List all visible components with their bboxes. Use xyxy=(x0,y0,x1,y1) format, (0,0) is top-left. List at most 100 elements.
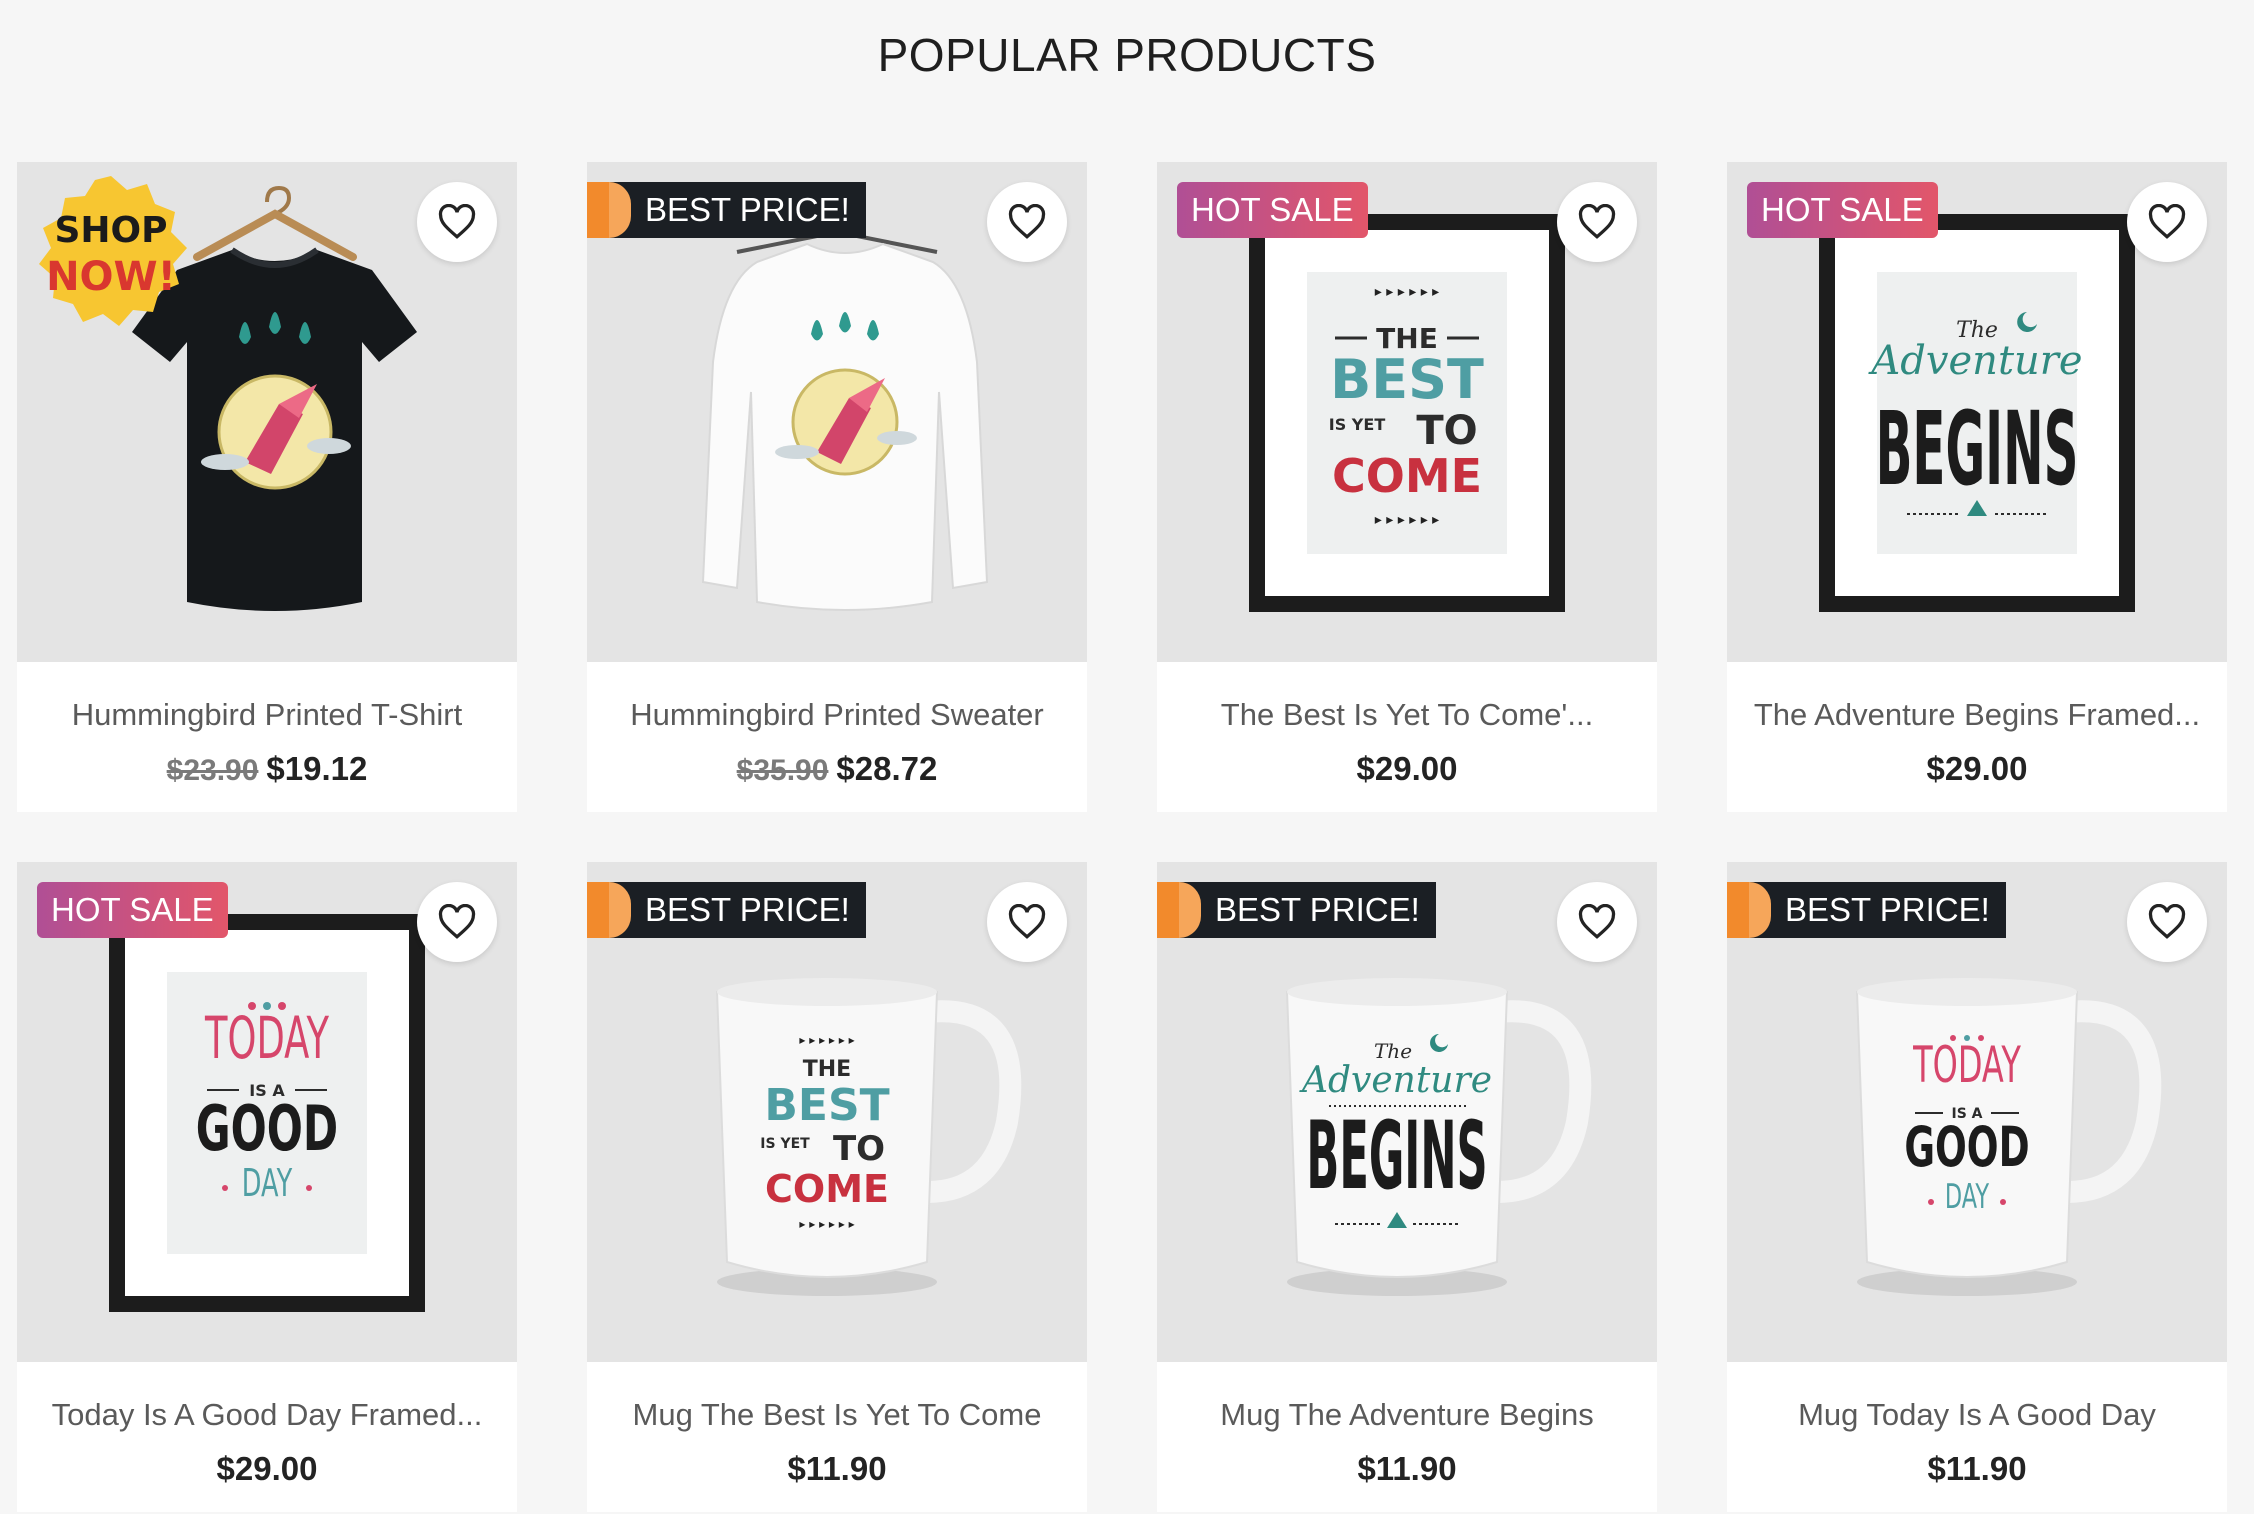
art-best: BEST xyxy=(1330,348,1484,411)
art-is-yet: IS YET xyxy=(1329,415,1386,434)
best-price-badge: BEST PRICE! xyxy=(1157,882,1436,938)
svg-text:▸ ▸ ▸ ▸ ▸ ▸: ▸ ▸ ▸ ▸ ▸ ▸ xyxy=(799,1033,854,1047)
art-to: TO xyxy=(1416,408,1477,454)
shop-now-line1: SHOP xyxy=(54,210,168,251)
hot-sale-badge: HOT SALE xyxy=(1747,182,1938,238)
badge-label: HOT SALE xyxy=(1191,191,1354,228)
current-price: $19.12 xyxy=(266,750,368,787)
product-grid: SHOP NOW! Hummingbird Printed T-Shirt $2… xyxy=(17,162,2227,1512)
current-price: $11.90 xyxy=(1927,1450,2027,1487)
best-price-badge: BEST PRICE! xyxy=(587,882,866,938)
product-card[interactable]: The Adventure BEGINS HOT SALE The Advent… xyxy=(1727,162,2227,812)
current-price: $11.90 xyxy=(787,1450,887,1487)
price-row: $29.00 xyxy=(1157,750,1657,788)
product-card[interactable]: The Adventure BEGINS BEST PRICE! Mug The… xyxy=(1157,862,1657,1512)
art-to: TO xyxy=(833,1129,885,1169)
product-info: The Best Is Yet To Come'... $29.00 xyxy=(1157,662,1657,812)
wishlist-button[interactable] xyxy=(1557,882,1637,962)
art-adventure: Adventure xyxy=(1867,338,2082,384)
shop-now-line2: NOW! xyxy=(46,254,176,300)
art-is-yet: IS YET xyxy=(760,1136,810,1152)
price-row: $11.90 xyxy=(587,1450,1087,1488)
price-row: $11.90 xyxy=(1157,1450,1657,1488)
art-today: TODAY xyxy=(1912,1036,2021,1094)
best-price-badge: BEST PRICE! xyxy=(587,182,866,238)
svg-text:▸ ▸ ▸ ▸ ▸ ▸: ▸ ▸ ▸ ▸ ▸ ▸ xyxy=(799,1217,854,1231)
product-name[interactable]: Today Is A Good Day Framed... xyxy=(37,1397,497,1433)
regular-price: $23.90 xyxy=(166,754,259,787)
product-info: The Adventure Begins Framed... $29.00 xyxy=(1727,662,2227,812)
wishlist-button[interactable] xyxy=(987,882,1067,962)
svg-text:▸ ▸ ▸ ▸ ▸ ▸: ▸ ▸ ▸ ▸ ▸ ▸ xyxy=(1375,512,1439,528)
shop-now-sticker: SHOP NOW! xyxy=(31,172,191,332)
section-title: POPULAR PRODUCTS xyxy=(877,29,1377,81)
badge-label: HOT SALE xyxy=(51,891,214,928)
product-info: Hummingbird Printed Sweater $35.90 $28.72 xyxy=(587,662,1087,812)
svg-text:▸ ▸ ▸ ▸ ▸ ▸: ▸ ▸ ▸ ▸ ▸ ▸ xyxy=(1375,284,1439,300)
product-info: Mug The Best Is Yet To Come $11.90 xyxy=(587,1362,1087,1512)
product-card[interactable]: ▸ ▸ ▸ ▸ ▸ ▸ THE BEST IS YET TO COME ▸ ▸ … xyxy=(587,862,1087,1512)
wishlist-button[interactable] xyxy=(2127,882,2207,962)
product-card[interactable]: TODAY IS A GOOD DAY BEST PRICE! Mug Toda… xyxy=(1727,862,2227,1512)
current-price: $28.72 xyxy=(836,750,938,787)
product-name[interactable]: Mug Today Is A Good Day xyxy=(1747,1397,2207,1433)
art-good: GOOD xyxy=(1904,1116,2029,1180)
product-card[interactable]: BEST PRICE! Hummingbird Printed Sweater … xyxy=(587,162,1087,812)
badge-label: BEST PRICE! xyxy=(645,191,850,228)
heart-outline-icon xyxy=(1008,204,1046,239)
art-adventure: Adventure xyxy=(1299,1060,1492,1101)
product-info: Mug The Adventure Begins $11.90 xyxy=(1157,1362,1657,1512)
heart-outline-icon xyxy=(2148,204,2186,239)
current-price: $29.00 xyxy=(1926,750,2028,787)
product-name[interactable]: The Best Is Yet To Come'... xyxy=(1177,697,1637,733)
heart-outline-icon xyxy=(1008,904,1046,939)
art-come: COME xyxy=(765,1167,889,1211)
art-day: DAY xyxy=(1945,1176,1990,1216)
badge-label: BEST PRICE! xyxy=(1785,891,1990,928)
product-info: Today Is A Good Day Framed... $29.00 xyxy=(17,1362,517,1512)
current-price: $11.90 xyxy=(1357,1450,1457,1487)
art-best: BEST xyxy=(764,1080,889,1131)
product-info: Hummingbird Printed T-Shirt $23.90 $19.12 xyxy=(17,662,517,812)
art-good: GOOD xyxy=(196,1092,338,1166)
heart-outline-icon xyxy=(2148,904,2186,939)
heart-outline-icon xyxy=(438,904,476,939)
wishlist-button[interactable] xyxy=(2127,182,2207,262)
heart-outline-icon xyxy=(1578,204,1616,239)
wishlist-button[interactable] xyxy=(1557,182,1637,262)
price-row: $23.90 $19.12 xyxy=(17,750,517,788)
badge-label: HOT SALE xyxy=(1761,191,1924,228)
hot-sale-badge: HOT SALE xyxy=(1177,182,1368,238)
badge-label: BEST PRICE! xyxy=(645,891,850,928)
wishlist-button[interactable] xyxy=(417,182,497,262)
art-today: TODAY xyxy=(204,1006,329,1073)
art-begins: BEGINS xyxy=(1876,390,2079,509)
price-row: $29.00 xyxy=(17,1450,517,1488)
badge-label: BEST PRICE! xyxy=(1215,891,1420,928)
product-card[interactable]: ▸ ▸ ▸ ▸ ▸ ▸ THE BEST IS YET TO COME ▸ ▸ … xyxy=(1157,162,1657,812)
product-info: Mug Today Is A Good Day $11.90 xyxy=(1727,1362,2227,1512)
product-card[interactable]: TODAY IS A GOOD DAY HOT SALE Today Is A … xyxy=(17,862,517,1512)
regular-price: $35.90 xyxy=(736,754,829,787)
art-come: COME xyxy=(1332,449,1482,503)
product-name[interactable]: Mug The Adventure Begins xyxy=(1177,1397,1637,1433)
current-price: $29.00 xyxy=(1356,750,1458,787)
product-name[interactable]: Mug The Best Is Yet To Come xyxy=(607,1397,1067,1433)
product-card[interactable]: SHOP NOW! Hummingbird Printed T-Shirt $2… xyxy=(17,162,517,812)
wishlist-button[interactable] xyxy=(417,882,497,962)
art-the: THE xyxy=(803,1057,851,1082)
heart-outline-icon xyxy=(1578,904,1616,939)
wishlist-button[interactable] xyxy=(987,182,1067,262)
price-row: $35.90 $28.72 xyxy=(587,750,1087,788)
product-name[interactable]: The Adventure Begins Framed... xyxy=(1747,697,2207,733)
heart-outline-icon xyxy=(438,204,476,239)
art-begins: BEGINS xyxy=(1306,1102,1487,1211)
hot-sale-badge: HOT SALE xyxy=(37,882,228,938)
price-row: $29.00 xyxy=(1727,750,2227,788)
price-row: $11.90 xyxy=(1727,1450,2227,1488)
current-price: $29.00 xyxy=(216,1450,318,1487)
best-price-badge: BEST PRICE! xyxy=(1727,882,2006,938)
art-day: DAY xyxy=(242,1161,292,1206)
product-name[interactable]: Hummingbird Printed Sweater xyxy=(607,697,1067,733)
product-name[interactable]: Hummingbird Printed T-Shirt xyxy=(37,697,497,733)
